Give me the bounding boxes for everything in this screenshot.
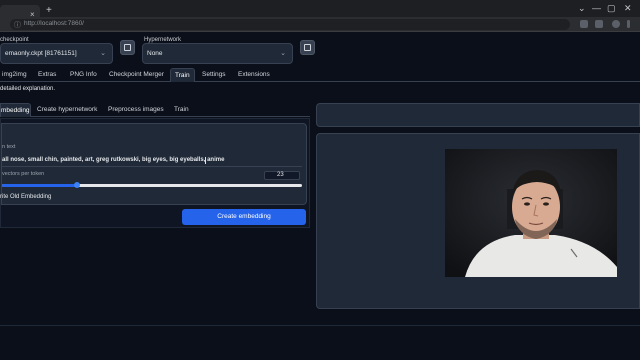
slider-fill [2, 184, 77, 187]
refresh-checkpoint-button[interactable] [120, 40, 135, 55]
tab-create-embedding[interactable]: mbedding [0, 103, 31, 117]
tab-extras[interactable]: Extras [38, 68, 56, 82]
refresh-icon [124, 44, 131, 51]
vectors-slider[interactable] [2, 182, 302, 188]
chevron-down-icon: ⌄ [100, 50, 106, 57]
tab-train[interactable]: Train [170, 68, 195, 82]
hypernetwork-value: None [147, 50, 163, 57]
tab-search-icon[interactable]: ⌄ [578, 4, 586, 13]
maximize-icon[interactable]: ▢ [607, 4, 616, 13]
minimize-icon[interactable]: — [592, 4, 601, 13]
browser-tab[interactable]: × [0, 5, 40, 19]
init-text-value: all nose, small chin, painted, art, greg… [2, 157, 225, 163]
tab-train-sub[interactable]: Train [174, 103, 189, 117]
vectors-label: vectors per token [2, 171, 45, 177]
vectors-number-input[interactable]: 23 [264, 171, 300, 180]
new-tab-icon[interactable]: + [46, 6, 52, 16]
webcam-overlay [445, 149, 617, 277]
tab-png-info[interactable]: PNG Info [70, 68, 97, 82]
train-sub-tabs: mbedding Create hypernetwork Preprocess … [0, 103, 310, 117]
embedding-form: n text all nose, small chin, painted, ar… [1, 123, 307, 205]
profile-icon[interactable] [612, 20, 620, 28]
main-tabs: img2img Extras PNG Info Checkpoint Merge… [0, 68, 640, 82]
refresh-hypernetwork-button[interactable] [300, 40, 315, 55]
output-header-panel [316, 103, 640, 127]
checkpoint-value: emaonly.ckpt [81761151] [5, 50, 77, 57]
init-text-label: n text [2, 144, 16, 150]
init-text-input[interactable]: all nose, small chin, painted, art, greg… [2, 155, 302, 167]
checkpoint-dropdown[interactable]: emaonly.ckpt [81761151] ⌄ [0, 43, 113, 64]
create-embedding-button[interactable]: Create embedding [182, 209, 306, 225]
tab-settings[interactable]: Settings [202, 68, 226, 82]
info-icon: ⓘ [14, 22, 21, 29]
refresh-icon [304, 44, 311, 51]
tab-preprocess-images[interactable]: Preprocess images [108, 103, 164, 117]
url-field[interactable]: ⓘ http://localhost:7860/ [10, 19, 570, 30]
slider-handle[interactable] [74, 182, 80, 188]
menu-icon[interactable] [627, 20, 630, 28]
extension-icon[interactable] [595, 20, 603, 28]
extension-icon[interactable] [580, 20, 588, 28]
hypernetwork-dropdown[interactable]: None ⌄ [142, 43, 293, 64]
text-cursor [205, 157, 206, 164]
overwrite-checkbox-label[interactable]: rite Old Embedding [0, 194, 51, 200]
tab-create-hypernetwork[interactable]: Create hypernetwork [37, 103, 97, 117]
address-bar: ⓘ http://localhost:7860/ [0, 17, 640, 32]
browser-tabstrip: × + ⌄ — ▢ ✕ [0, 0, 640, 19]
info-text: detailed explanation. [0, 86, 56, 92]
url-text: http://localhost:7860/ [24, 20, 84, 27]
chevron-down-icon: ⌄ [280, 50, 286, 57]
footer-divider [0, 325, 640, 326]
tab-img2img[interactable]: img2img [2, 68, 27, 82]
vectors-value: 23 [277, 172, 284, 178]
create-embedding-label: Create embedding [217, 213, 271, 220]
webcam-person-image [445, 149, 617, 277]
tab-extensions[interactable]: Extensions [238, 68, 270, 82]
close-window-icon[interactable]: ✕ [624, 4, 632, 13]
tab-checkpoint-merger[interactable]: Checkpoint Merger [109, 68, 164, 82]
